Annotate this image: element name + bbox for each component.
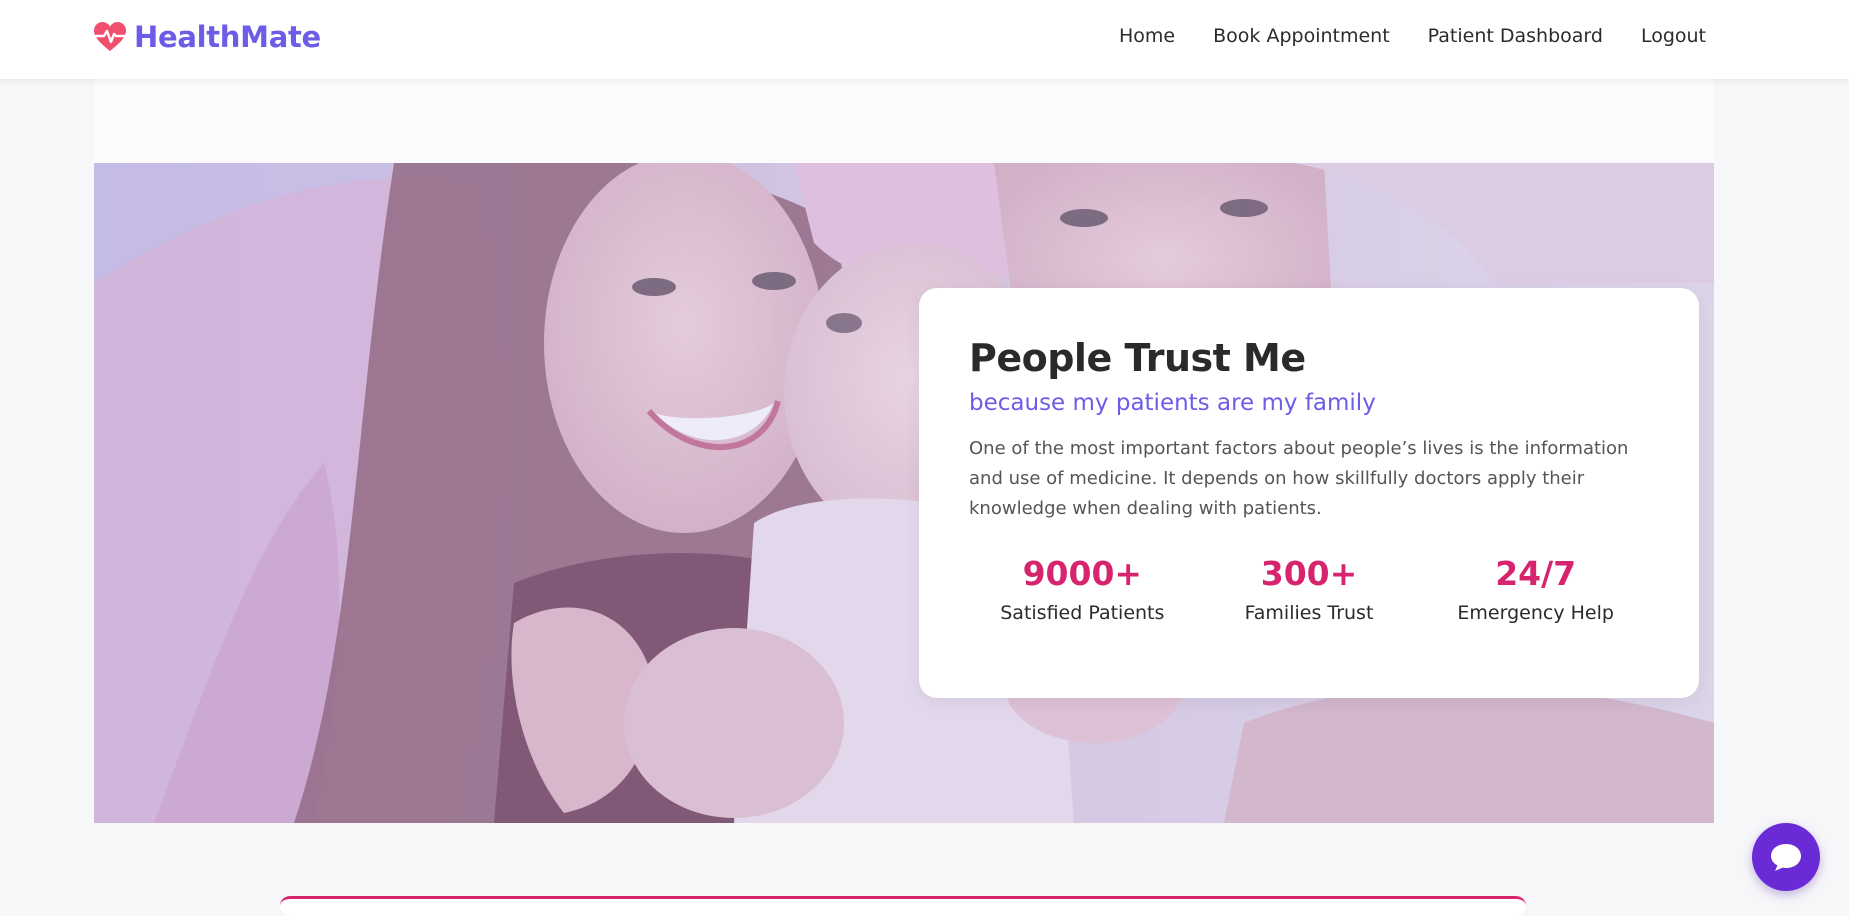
nav-logout[interactable]: Logout <box>1641 25 1706 47</box>
brand-logo[interactable]: HealthMate <box>94 20 321 54</box>
stat-value: 300+ <box>1260 554 1358 593</box>
trust-card: People Trust Me because my patients are … <box>919 288 1699 698</box>
stat-value: 24/7 <box>1495 554 1577 593</box>
stat-emergency-help: 24/7 Emergency Help <box>1422 554 1649 624</box>
stat-families-trust: 300+ Families Trust <box>1196 554 1423 624</box>
stats-row: 9000+ Satisfied Patients 300+ Families T… <box>969 554 1649 624</box>
top-spacer <box>94 79 1714 163</box>
chat-bubble-icon <box>1769 842 1803 872</box>
stat-satisfied-patients: 9000+ Satisfied Patients <box>969 554 1196 624</box>
nav-book-appointment[interactable]: Book Appointment <box>1213 25 1390 47</box>
heart-pulse-icon <box>94 22 126 52</box>
navbar: HealthMate Home Book Appointment Patient… <box>0 0 1849 79</box>
nav-home[interactable]: Home <box>1119 25 1175 47</box>
brand-name: HealthMate <box>134 20 321 54</box>
nav-patient-dashboard[interactable]: Patient Dashboard <box>1428 25 1603 47</box>
stat-label: Emergency Help <box>1457 602 1614 624</box>
card-description: One of the most important factors about … <box>969 438 1629 519</box>
stat-label: Satisfied Patients <box>1000 602 1165 624</box>
stat-value: 9000+ <box>1022 554 1143 593</box>
chat-button[interactable] <box>1752 823 1820 891</box>
next-section-edge <box>280 896 1526 916</box>
stat-label: Families Trust <box>1244 602 1374 624</box>
main-nav: Home Book Appointment Patient Dashboard … <box>1119 25 1706 47</box>
card-subtitle: because my patients are my family <box>969 390 1376 416</box>
hero-section: People Trust Me because my patients are … <box>94 163 1714 823</box>
card-title: People Trust Me <box>969 336 1306 380</box>
